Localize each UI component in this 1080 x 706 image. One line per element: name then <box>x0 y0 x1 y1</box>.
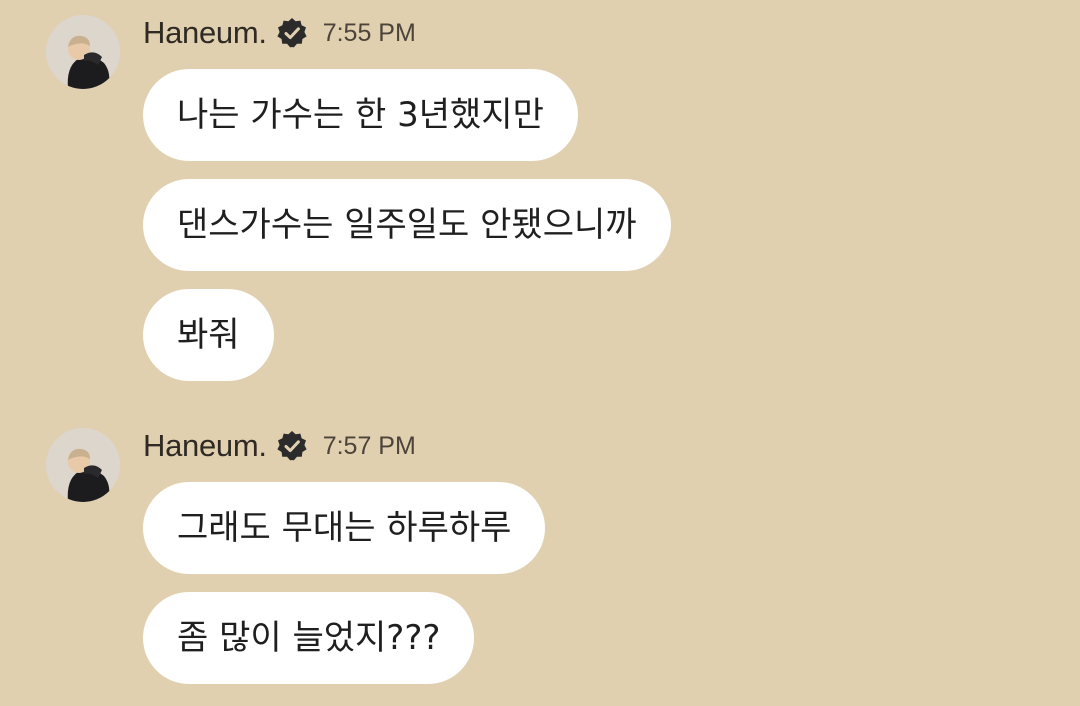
message-timestamp: 7:57 PM <box>322 431 416 460</box>
avatar-photo-icon <box>46 15 120 89</box>
verified-badge-icon <box>276 430 308 462</box>
sender-avatar[interactable] <box>46 428 120 502</box>
message-timestamp: 7:55 PM <box>322 18 416 47</box>
sender-name[interactable]: Haneum. <box>143 428 267 464</box>
message-header: Haneum. 7:55 PM <box>143 15 416 51</box>
message-header: Haneum. 7:57 PM <box>143 428 416 464</box>
message-bubble[interactable]: 그래도 무대는 하루하루 <box>143 482 546 574</box>
avatar-photo-icon <box>46 428 120 502</box>
message-bubble[interactable]: 나는 가수는 한 3년했지만 <box>143 69 578 161</box>
verified-badge-icon <box>276 17 308 49</box>
message-bubble[interactable]: 댄스가수는 일주일도 안됐으니까 <box>143 179 671 271</box>
message-bubble[interactable]: 좀 많이 늘었지??? <box>143 592 475 684</box>
sender-name[interactable]: Haneum. <box>143 15 267 51</box>
message-bubble[interactable]: 봐줘 <box>143 289 274 381</box>
sender-avatar[interactable] <box>46 15 120 89</box>
